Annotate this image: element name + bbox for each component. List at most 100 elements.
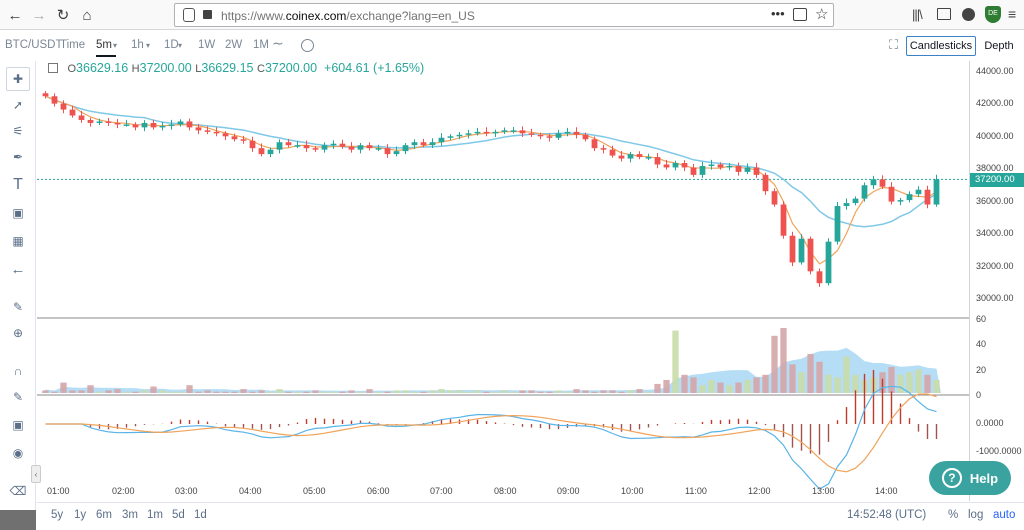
candle-body bbox=[294, 145, 301, 147]
candlesticks-button[interactable]: Candlesticks bbox=[906, 36, 976, 56]
library-icon[interactable]: |||\ bbox=[912, 7, 923, 22]
volume-bar bbox=[654, 383, 661, 393]
candle-body bbox=[789, 235, 796, 263]
range-1y[interactable]: 1y bbox=[74, 509, 86, 521]
indicators-icon[interactable] bbox=[301, 39, 314, 52]
trash-icon[interactable]: ⌫ bbox=[6, 479, 30, 503]
volume-bar bbox=[582, 390, 589, 393]
percent-toggle[interactable]: % bbox=[948, 509, 958, 521]
time-button[interactable]: Time bbox=[60, 39, 85, 51]
eye-icon[interactable]: ◉ bbox=[6, 441, 30, 465]
pattern-icon[interactable]: ▣ bbox=[6, 201, 30, 225]
candle-body bbox=[690, 167, 697, 175]
volume-bar bbox=[186, 385, 193, 393]
volume-bar bbox=[645, 391, 652, 393]
price-tick: 32000.00 bbox=[976, 261, 1014, 271]
help-button[interactable]: ? Help bbox=[929, 461, 1011, 495]
range-5d[interactable]: 5d bbox=[172, 509, 185, 521]
open-label: O bbox=[67, 63, 77, 75]
timeframe-1m[interactable]: 1M bbox=[253, 39, 269, 51]
volume-bar bbox=[258, 390, 265, 393]
auto-toggle[interactable]: auto bbox=[993, 509, 1015, 521]
collapse-toolbar-icon[interactable]: ‹ bbox=[31, 465, 41, 483]
volume-bar bbox=[87, 385, 94, 393]
page-actions-icon[interactable]: ••• bbox=[771, 6, 785, 21]
candle-body bbox=[645, 157, 652, 159]
timeframe-5m[interactable]: 5m bbox=[96, 39, 112, 51]
sidebar-icon[interactable] bbox=[937, 8, 951, 20]
menu-icon[interactable]: ≡ bbox=[1008, 6, 1016, 22]
text-tool-icon[interactable]: T bbox=[6, 173, 30, 197]
candle-body bbox=[564, 131, 571, 134]
price-chart[interactable] bbox=[37, 61, 969, 501]
timeframe-1d[interactable]: 1D bbox=[164, 39, 179, 51]
back-icon[interactable]: ← bbox=[4, 4, 26, 26]
lock-icon[interactable] bbox=[203, 10, 212, 19]
candle-body bbox=[87, 119, 94, 123]
price-tick: 38000.00 bbox=[976, 163, 1014, 173]
fib-icon[interactable]: ⚟ bbox=[6, 119, 30, 143]
candle-body bbox=[537, 134, 544, 137]
volume-bar bbox=[789, 364, 796, 393]
candle-body bbox=[636, 154, 643, 158]
candle-body bbox=[321, 145, 328, 150]
legend-toggle-icon[interactable] bbox=[48, 63, 58, 73]
candle-body bbox=[933, 179, 940, 205]
chevron-down-icon[interactable]: ▾ bbox=[178, 41, 182, 50]
candle-body bbox=[213, 131, 220, 134]
arrow-left-icon[interactable]: ← bbox=[6, 257, 30, 281]
chevron-down-icon[interactable]: ▾ bbox=[113, 41, 117, 50]
range-6m[interactable]: 6m bbox=[96, 509, 112, 521]
candle-body bbox=[609, 149, 616, 156]
brush-icon[interactable]: ✒ bbox=[6, 145, 30, 169]
bookmark-star-icon[interactable]: ☆ bbox=[815, 5, 828, 23]
chart-style-icon[interactable]: ∼ bbox=[272, 35, 284, 52]
volume-bar bbox=[600, 390, 607, 393]
timeframe-1w[interactable]: 1W bbox=[198, 39, 215, 51]
zoom-in-icon[interactable]: ⊕ bbox=[6, 321, 30, 345]
candle-body bbox=[897, 200, 904, 202]
timeframe-1h[interactable]: 1h bbox=[131, 39, 144, 51]
timeframe-2w[interactable]: 2W bbox=[225, 39, 242, 51]
price-axis[interactable]: 44000.00 42000.00 40000.00 38000.00 3600… bbox=[969, 61, 1024, 501]
volume-bar bbox=[132, 391, 139, 393]
log-toggle[interactable]: log bbox=[968, 509, 983, 521]
url-bar[interactable]: https://www.coinex.com/exchange?lang=en_… bbox=[174, 3, 834, 27]
fullscreen-icon[interactable]: ⛶ bbox=[889, 37, 898, 53]
crosshair-icon[interactable]: ✚ bbox=[6, 67, 30, 91]
reload-icon[interactable]: ↻ bbox=[52, 4, 74, 26]
lock-icon[interactable]: ▣ bbox=[6, 413, 30, 437]
volume-bar bbox=[735, 382, 742, 393]
range-3m[interactable]: 3m bbox=[122, 509, 138, 521]
range-1d[interactable]: 1d bbox=[194, 509, 207, 521]
volume-tick: 40 bbox=[976, 339, 987, 349]
candle-body bbox=[258, 148, 265, 155]
candle-body bbox=[114, 122, 121, 125]
trend-line-icon[interactable]: ➚ bbox=[6, 93, 30, 117]
depth-button[interactable]: Depth bbox=[980, 36, 1018, 56]
candle-body bbox=[843, 203, 850, 207]
volume-bar bbox=[141, 390, 148, 393]
volume-bar bbox=[753, 377, 760, 393]
ruler-icon[interactable]: ✎ bbox=[6, 295, 30, 319]
home-icon[interactable]: ⌂ bbox=[76, 4, 98, 26]
volume-bar bbox=[465, 391, 472, 393]
forward-icon[interactable]: → bbox=[28, 4, 50, 26]
volume-bar bbox=[348, 390, 355, 393]
chevron-down-icon[interactable]: ▾ bbox=[146, 41, 150, 50]
range-1m[interactable]: 1m bbox=[147, 509, 163, 521]
candle-body bbox=[501, 130, 508, 132]
signal-line bbox=[45, 393, 937, 473]
extension-shield-icon[interactable]: DE bbox=[985, 6, 1001, 23]
account-icon[interactable] bbox=[962, 8, 975, 21]
candle-body bbox=[276, 142, 283, 150]
utc-clock[interactable]: 14:52:48 (UTC) bbox=[847, 509, 926, 521]
prediction-icon[interactable]: ▦ bbox=[6, 229, 30, 253]
lock-drawing-icon[interactable]: ✎ bbox=[6, 385, 30, 409]
pocket-icon[interactable] bbox=[793, 8, 807, 21]
open-value: 36629.16 bbox=[76, 61, 129, 75]
magnet-icon[interactable]: ∩ bbox=[6, 359, 30, 383]
shield-icon[interactable] bbox=[183, 8, 195, 22]
candle-body bbox=[195, 127, 202, 131]
range-5y[interactable]: 5y bbox=[51, 509, 63, 521]
